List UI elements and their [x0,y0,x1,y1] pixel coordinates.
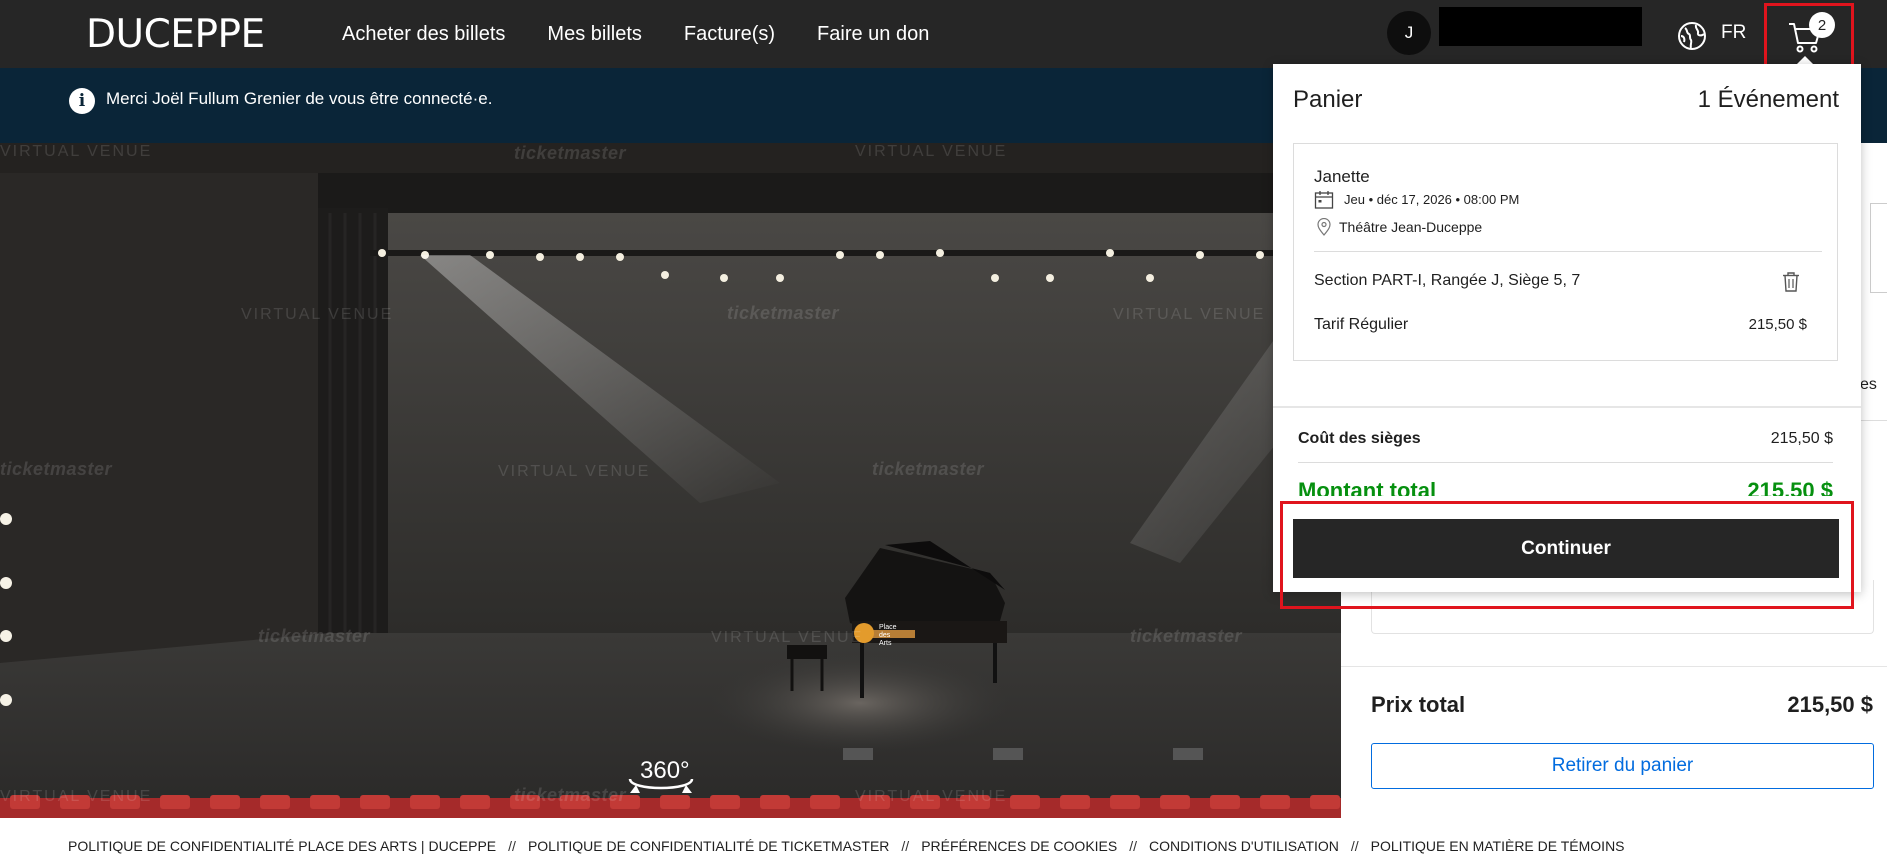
rotate-360-icon: 360° [628,757,694,793]
footer-separator: // [508,838,516,854]
stage-illustration: Place des Arts [0,143,1341,818]
stage-360-view[interactable]: Place des Arts VIRTUAL VEN [0,143,1341,818]
footer-link-cookie-preferences[interactable]: PRÉFÉRENCES DE COOKIES [921,838,1117,854]
badge-360-text: 360° [640,757,690,784]
trash-icon[interactable] [1781,271,1801,293]
prix-total-label: Prix total [1371,692,1466,717]
footer-links: POLITIQUE DE CONFIDENTIALITÉ PLACE DES A… [68,838,1625,854]
view-360-badge[interactable]: 360° [626,753,696,797]
cart-event-card: Janette Jeu • déc 17, 2026 • 08:00 PM Th… [1293,143,1838,361]
footer-separator: // [1350,838,1359,854]
total-amount-label: Montant total [1298,478,1437,496]
cart-popup-divider [1273,406,1861,408]
event-card-divider [1314,251,1822,252]
remove-from-cart-button[interactable]: Retirer du panier [1371,743,1874,789]
footer-link-cookie-policy[interactable]: POLITIQUE EN MATIÈRE DE TÉMOINS [1371,838,1625,854]
nav-mes-billets[interactable]: Mes billets [547,23,641,46]
banner-message: Merci Joël Fullum Grenier de vous être c… [106,89,493,108]
side-panel-text-fragment: es [1860,376,1877,393]
svg-text:Place: Place [879,624,897,631]
info-icon: i [69,88,95,114]
nav-faire-un-don[interactable]: Faire un don [817,23,929,46]
user-avatar[interactable]: J [1387,11,1431,55]
side-panel-total-divider [1341,666,1887,667]
event-seat-info: Section PART-I, Rangée J, Siège 5, 7 [1314,272,1581,289]
tarif-price: 215,50 $ [1748,316,1807,333]
language-selector[interactable]: FR [1721,22,1746,44]
cart-event-count: 1 Événement [1697,86,1839,113]
prix-total-value: 215,50 $ [1787,692,1873,717]
duceppe-logo[interactable]: DUCEPPE [86,12,265,57]
svg-text:des: des [879,632,891,639]
tarif-label: Tarif Régulier [1314,316,1409,333]
main-nav: Acheter des billets Mes billets Facture(… [342,0,929,68]
event-venue: Théâtre Jean-Duceppe [1339,219,1483,235]
globe-icon[interactable] [1677,21,1707,51]
svg-text:Arts: Arts [879,640,892,647]
seat-cost-value: 215,50 $ [1770,430,1833,447]
footer-link-privacy-ticketmaster[interactable]: POLITIQUE DE CONFIDENTIALITÉ DE TICKETMA… [528,838,889,854]
event-date: Jeu • déc 17, 2026 • 08:00 PM [1344,192,1520,207]
event-name: Janette [1314,167,1370,186]
user-name-redacted[interactable] [1439,7,1642,46]
seat-cost-label: Coût des sièges [1298,430,1421,447]
footer-separator: // [901,838,910,854]
nav-factures[interactable]: Facture(s) [684,23,775,46]
cart-popup-title: Panier [1293,86,1363,113]
footer-link-terms[interactable]: CONDITIONS D'UTILISATION [1149,838,1339,854]
location-pin-icon [1317,218,1331,236]
cart-count-badge: 2 [1809,12,1835,38]
calendar-icon [1314,191,1334,209]
cost-divider [1298,462,1833,463]
total-amount-value: 215,50 $ [1747,478,1833,496]
side-panel-card-fragment [1870,203,1887,293]
footer-separator: // [1129,838,1138,854]
nav-acheter-billets[interactable]: Acheter des billets [342,23,505,46]
footer-link-privacy-pda[interactable]: POLITIQUE DE CONFIDENTIALITÉ PLACE DES A… [68,838,496,854]
continue-highlight-frame [1280,501,1854,609]
